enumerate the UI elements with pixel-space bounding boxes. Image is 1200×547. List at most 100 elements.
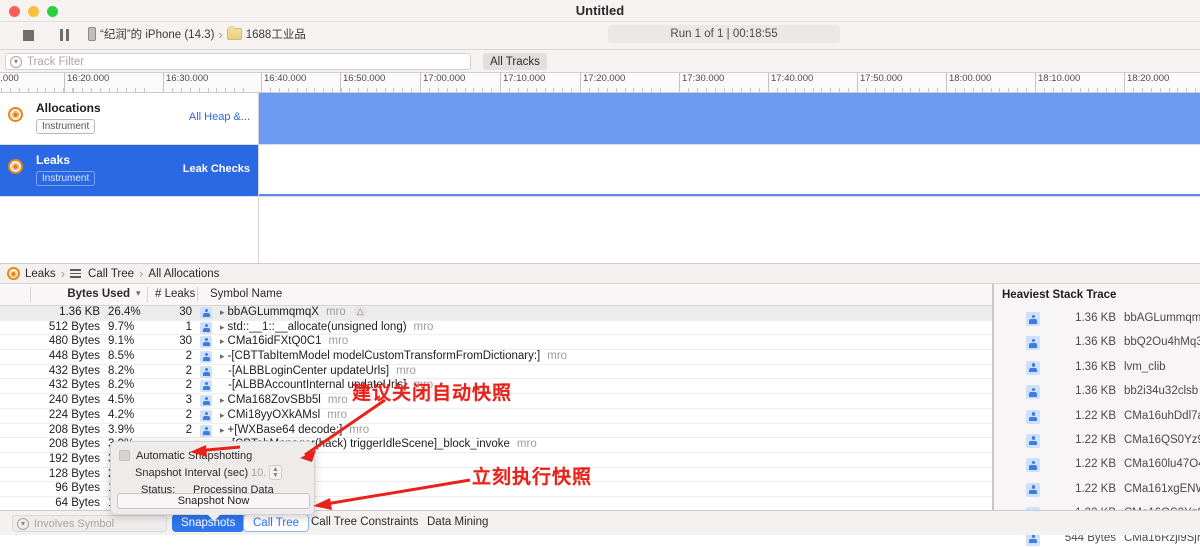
track-filter-input[interactable]: ▾ Track Filter <box>5 53 471 70</box>
track-lane-allocations[interactable] <box>259 93 1200 145</box>
stack-entry-size: 1.36 KB <box>1075 312 1116 324</box>
ruler-minor-tick <box>981 88 983 92</box>
pause-button[interactable] <box>56 27 72 43</box>
ruler-minor-tick <box>455 88 457 92</box>
ruler-minor-tick <box>1177 88 1179 92</box>
column-header-num-leaks[interactable]: # Leaks <box>155 288 195 300</box>
track-chip-leaks: Instrument <box>36 171 96 186</box>
ruler-minor-tick <box>1097 88 1099 92</box>
stack-entry-name: lvm_clib <box>1124 360 1166 373</box>
snapshots-popover: Automatic Snapshotting Snapshot Interval… <box>110 441 315 521</box>
ruler-minor-tick <box>642 88 644 92</box>
ruler-minor-tick <box>633 88 635 92</box>
disclosure-triangle-icon[interactable]: ▸ <box>220 307 225 317</box>
user-code-icon <box>200 321 212 334</box>
ruler-minor-tick <box>830 88 832 92</box>
track-filter-placeholder: Track Filter <box>27 55 85 68</box>
ruler-tick-3: 16:40.000 <box>261 73 306 92</box>
disclosure-triangle-icon[interactable]: ▸ <box>220 351 225 361</box>
target-selector[interactable]: “纪润”的 iPhone (14.3) › 1688工业品 <box>88 26 306 42</box>
involves-symbol-placeholder: Involves Symbol <box>34 517 115 530</box>
table-row[interactable]: 512 Bytes 9.7% 1 ▸ std::__1::__allocate(unsi… <box>0 321 992 336</box>
disclosure-triangle-icon[interactable]: ▸ <box>220 336 225 346</box>
tab-call-tree[interactable]: Call Tree <box>243 514 310 532</box>
track-name-allocations: Allocations <box>36 101 101 115</box>
track-sub-allocations[interactable]: All Heap &... <box>189 111 250 123</box>
track-chip-allocations: Instrument <box>36 119 96 134</box>
annotation-disable-auto-snapshot: 建议关闭自动快照 <box>352 383 513 404</box>
cell-symbol-name: ▸ CMa168ZovSBb5l mro <box>220 394 348 406</box>
breadcrumb-item-call-tree[interactable]: Call Tree <box>88 268 134 280</box>
ruler-minor-tick <box>696 88 698 92</box>
ruler-minor-tick <box>1088 88 1090 92</box>
ruler-minor-tick <box>296 88 298 92</box>
automatic-snapshotting-checkbox[interactable] <box>119 450 130 461</box>
snapshot-interval-value[interactable]: 10. <box>251 467 266 479</box>
all-tracks-button[interactable]: All Tracks <box>483 53 547 70</box>
disclosure-triangle-icon[interactable]: ▸ <box>220 322 225 332</box>
row-action-icon[interactable]: △ <box>353 306 367 318</box>
track-head-allocations[interactable]: ◉ Allocations Instrument All Heap &... <box>0 93 259 145</box>
stack-trace-row[interactable]: 1.22 KB CMa16uhDdl7aSM <box>994 406 1200 430</box>
table-row[interactable]: 448 Bytes 8.5% 2 ▸ -[CBTTabItemModel modelCu… <box>0 350 992 365</box>
involves-symbol-input[interactable]: ▾ Involves Symbol <box>12 515 167 532</box>
stack-trace-row[interactable]: 1.36 KB bbQ2Ou4hMq3Z <box>994 332 1200 356</box>
stack-trace-row[interactable]: 1.36 KB bbAGLummqmqX <box>994 308 1200 332</box>
stack-trace-row[interactable]: 1.22 KB CMa160lu47O4jt <box>994 454 1200 478</box>
table-row[interactable]: 224 Bytes 4.2% 2 ▸ CMi18yyOXkAMsl mro <box>0 409 992 424</box>
ruler-minor-tick <box>839 88 841 92</box>
ruler-minor-tick <box>0 88 2 92</box>
user-code-icon <box>1026 458 1040 473</box>
column-header-bytes-used[interactable]: Bytes Used <box>38 288 130 300</box>
disclosure-triangle-icon[interactable]: ▸ <box>220 410 225 420</box>
stack-trace-row[interactable]: 1.36 KB bb2i34u32clsb <box>994 381 1200 405</box>
cell-symbol-name: ▸ CMi18yyOXkAMsl mro <box>220 409 347 421</box>
cell-percent: 4.5% <box>108 394 135 407</box>
ruler-minor-tick <box>234 88 236 92</box>
ruler-tick-2: 16:30.000 <box>163 73 208 92</box>
window-titlebar: Untitled <box>0 0 1200 22</box>
ruler-minor-tick <box>1008 88 1010 92</box>
ruler-minor-tick <box>1061 88 1063 92</box>
timeline-ruler[interactable]: 0.00016:20.00016:30.00016:40.00016:50.00… <box>0 73 1200 93</box>
ruler-minor-tick <box>27 88 29 92</box>
column-header-symbol-name[interactable]: Symbol Name <box>210 288 282 300</box>
ruler-minor-tick <box>357 88 359 92</box>
snapshot-now-button[interactable]: Snapshot Now <box>117 493 310 509</box>
breadcrumb-item-leaks[interactable]: Leaks <box>25 268 56 280</box>
target-app-label: 1688工业品 <box>245 29 306 41</box>
ruler-minor-tick <box>269 88 271 92</box>
track-row-leaks[interactable]: ◉ Leaks Instrument Leak Checks <box>0 145 1200 197</box>
table-row[interactable]: 480 Bytes 9.1% 30 ▸ CMa16idFXtQ0C1 mro <box>0 335 992 351</box>
tab-data-mining[interactable]: Data Mining <box>427 516 488 528</box>
track-lane-leaks[interactable] <box>259 145 1200 197</box>
cell-leak-count: 2 <box>185 350 192 363</box>
breadcrumb-item-all-allocations[interactable]: All Allocations <box>148 268 219 280</box>
cell-symbol-name: ▸ +[WXBase64 decode:] mro <box>220 424 369 436</box>
ruler-minor-tick <box>999 88 1001 92</box>
user-code-icon <box>1026 336 1040 351</box>
ruler-minor-tick <box>411 88 413 92</box>
ruler-minor-tick <box>18 88 20 92</box>
ruler-minor-tick <box>126 88 128 92</box>
tab-call-tree-constraints[interactable]: Call Tree Constraints <box>311 516 418 528</box>
stack-trace-row[interactable]: 1.22 KB CMa16QS0Yz9n56 <box>994 430 1200 454</box>
track-sub-leaks[interactable]: Leak Checks <box>183 163 250 175</box>
cell-percent: 26.4% <box>108 306 141 318</box>
stack-trace-row[interactable]: 1.22 KB CMa161xgENW434 <box>994 479 1200 503</box>
table-row[interactable]: 1.36 KB 26.4% 30 ▸ bbAGLummqmqX mro △ <box>0 306 992 321</box>
ruler-minor-tick <box>108 88 110 92</box>
ruler-minor-tick <box>117 88 119 92</box>
snapshot-interval-stepper[interactable]: ▲ ▼ <box>269 465 282 480</box>
sort-chevron-down-icon[interactable]: ▾ <box>136 288 141 299</box>
disclosure-triangle-icon[interactable]: ▸ <box>220 425 225 435</box>
cell-symbol-name: ▸ bbAGLummqmqX mro △ <box>220 306 367 318</box>
track-head-leaks[interactable]: ◉ Leaks Instrument Leak Checks <box>0 145 259 197</box>
user-code-icon <box>200 380 212 393</box>
disclosure-triangle-icon[interactable]: ▸ <box>220 395 225 405</box>
track-row-allocations[interactable]: ◉ Allocations Instrument All Heap &... <box>0 93 1200 145</box>
stack-entry-name: CMa161xgENW434 <box>1124 482 1200 495</box>
stack-trace-row[interactable]: 1.36 KB lvm_clib <box>994 357 1200 381</box>
stop-button[interactable] <box>20 27 36 43</box>
table-row[interactable]: 208 Bytes 3.9% 2 ▸ +[WXBase64 decode:] mro <box>0 424 992 439</box>
